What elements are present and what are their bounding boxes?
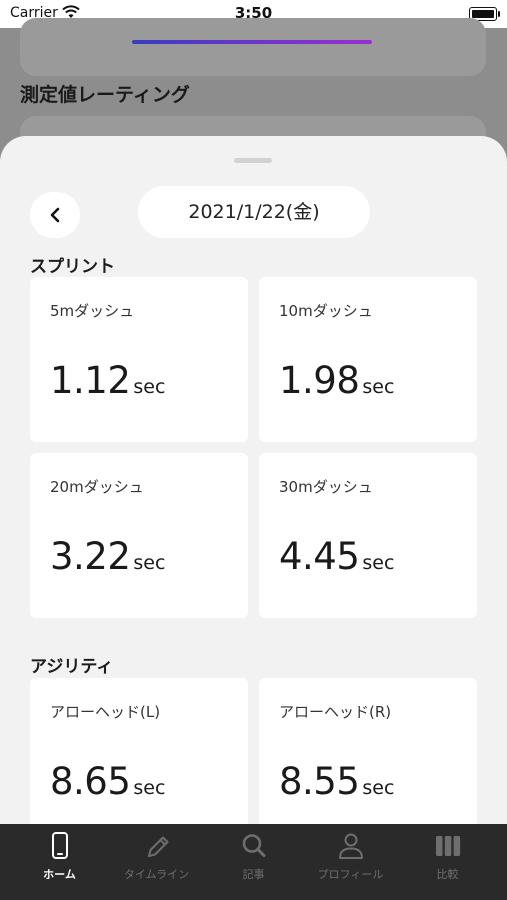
- pencil-icon: [148, 836, 169, 857]
- measure-label: アローヘッド(R): [279, 703, 392, 721]
- measure-number: 1.12: [50, 359, 131, 402]
- measure-value: 8.55 sec: [279, 760, 394, 803]
- measure-unit: sec: [362, 552, 395, 574]
- measure-label: 30mダッシュ: [279, 478, 373, 496]
- tab-articles[interactable]: 記事: [203, 824, 304, 900]
- tab-home[interactable]: ホーム: [9, 824, 110, 900]
- measure-unit: sec: [133, 552, 166, 574]
- measure-card[interactable]: 20mダッシュ 3.22 sec: [30, 453, 248, 618]
- measure-unit: sec: [133, 376, 166, 398]
- tab-profile[interactable]: プロフィール: [300, 824, 401, 900]
- tab-bar: ホーム タイムライン 記事 プロフィール 比較: [0, 824, 507, 900]
- measure-card[interactable]: アローヘッド(L) 8.65 sec: [30, 678, 248, 836]
- measure-value: 8.65 sec: [50, 760, 165, 803]
- background-section-title: 測定値レーティング: [20, 84, 190, 106]
- chevron-left-icon: [50, 207, 60, 223]
- measure-unit: sec: [133, 777, 166, 799]
- tab-label: ホーム: [43, 868, 76, 881]
- bottom-sheet: 2021/1/22(金) スプリント 5mダッシュ 1.12 sec 10mダッシ…: [0, 136, 507, 836]
- tab-label: 比較: [436, 868, 459, 881]
- measure-card[interactable]: 5mダッシュ 1.12 sec: [30, 277, 248, 442]
- measure-number: 4.45: [279, 535, 360, 578]
- measure-unit: sec: [362, 376, 395, 398]
- person-icon: [339, 833, 363, 859]
- measure-label: 10mダッシュ: [279, 302, 373, 320]
- measure-value: 4.45 sec: [279, 535, 394, 578]
- phone-icon: [52, 832, 68, 859]
- bars-icon: [436, 836, 461, 856]
- measure-card[interactable]: アローヘッド(R) 8.55 sec: [259, 678, 477, 836]
- date-selector[interactable]: 2021/1/22(金): [138, 186, 370, 238]
- tab-timeline[interactable]: タイムライン: [106, 824, 207, 900]
- measure-card[interactable]: 10mダッシュ 1.98 sec: [259, 277, 477, 442]
- measure-number: 3.22: [50, 535, 131, 578]
- sheet-grabber[interactable]: [234, 158, 272, 163]
- tab-label: 記事: [242, 868, 265, 881]
- measure-label: 5mダッシュ: [50, 302, 135, 320]
- measure-value: 1.98 sec: [279, 359, 394, 402]
- section-title-sprint: スプリント: [30, 257, 115, 277]
- search-icon: [242, 834, 266, 857]
- back-button[interactable]: [30, 192, 80, 238]
- section-title-agility: アジリティ: [30, 657, 114, 677]
- measure-number: 8.65: [50, 760, 131, 803]
- measure-number: 8.55: [279, 760, 360, 803]
- measure-number: 1.98: [279, 359, 360, 402]
- gradient-bar: [132, 40, 372, 44]
- measure-label: 20mダッシュ: [50, 478, 144, 496]
- measure-value: 1.12 sec: [50, 359, 165, 402]
- measure-unit: sec: [362, 777, 395, 799]
- tab-label: プロフィール: [317, 868, 384, 881]
- tab-label: タイムライン: [123, 868, 190, 881]
- measure-card[interactable]: 30mダッシュ 4.45 sec: [259, 453, 477, 618]
- measure-label: アローヘッド(L): [50, 703, 161, 721]
- background-card: [20, 18, 486, 76]
- measure-value: 3.22 sec: [50, 535, 165, 578]
- tab-compare[interactable]: 比較: [397, 824, 498, 900]
